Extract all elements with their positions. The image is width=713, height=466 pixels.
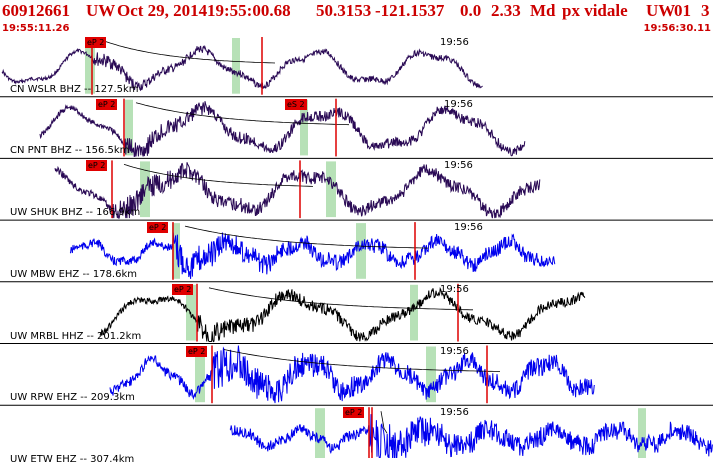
minute-mark-label: 19:56 <box>444 160 473 172</box>
s-pick-label[interactable]: eS 2 <box>285 98 307 110</box>
station-label: UW RPW EHZ -- 209.3km <box>10 392 135 404</box>
station-label: UW MRBL HHZ -- 201.2km <box>10 330 142 342</box>
p-pick-label[interactable]: eP 2 <box>86 160 108 172</box>
minute-mark-label: 19:56 <box>440 407 469 419</box>
minute-mark-label: 19:56 <box>440 37 469 48</box>
station-label: CN PNT BHZ -- 156.5km <box>10 145 130 157</box>
minute-mark-label: 19:56 <box>444 98 473 110</box>
coda-decay-curve <box>380 411 388 434</box>
analysis-window <box>638 408 646 458</box>
p-pick-label[interactable]: eP 2 <box>96 98 118 110</box>
station-label: UW ETW EHZ -- 307.4km <box>10 453 135 465</box>
analysis-window <box>326 161 336 218</box>
station-label: UW MBW EHZ -- 178.6km <box>10 268 138 280</box>
seismogram-trace <box>69 232 556 279</box>
minute-mark-label: 19:56 <box>440 283 469 295</box>
minute-mark-label: 19:56 <box>440 345 469 357</box>
p-pick-label[interactable]: eP 2 <box>147 222 169 234</box>
p-pick-label[interactable]: eP 2 <box>343 407 365 419</box>
analysis-window <box>356 223 366 279</box>
waveform-panel <box>0 37 713 458</box>
p-pick-label[interactable]: eP 2 <box>172 283 194 295</box>
seismogram-trace <box>99 286 586 343</box>
p-pick-label[interactable]: eP 2 <box>85 37 107 48</box>
station-label: UW SHUK BHZ -- 166.9km <box>10 207 141 219</box>
analysis-window <box>232 38 240 94</box>
minute-mark-label: 19:56 <box>454 222 483 234</box>
seismogram-trace <box>109 345 595 404</box>
station-label: CN WSLR BHZ -- 127.5km <box>10 83 139 95</box>
analysis-window <box>410 284 418 341</box>
p-pick-label[interactable]: eP 2 <box>186 345 208 357</box>
